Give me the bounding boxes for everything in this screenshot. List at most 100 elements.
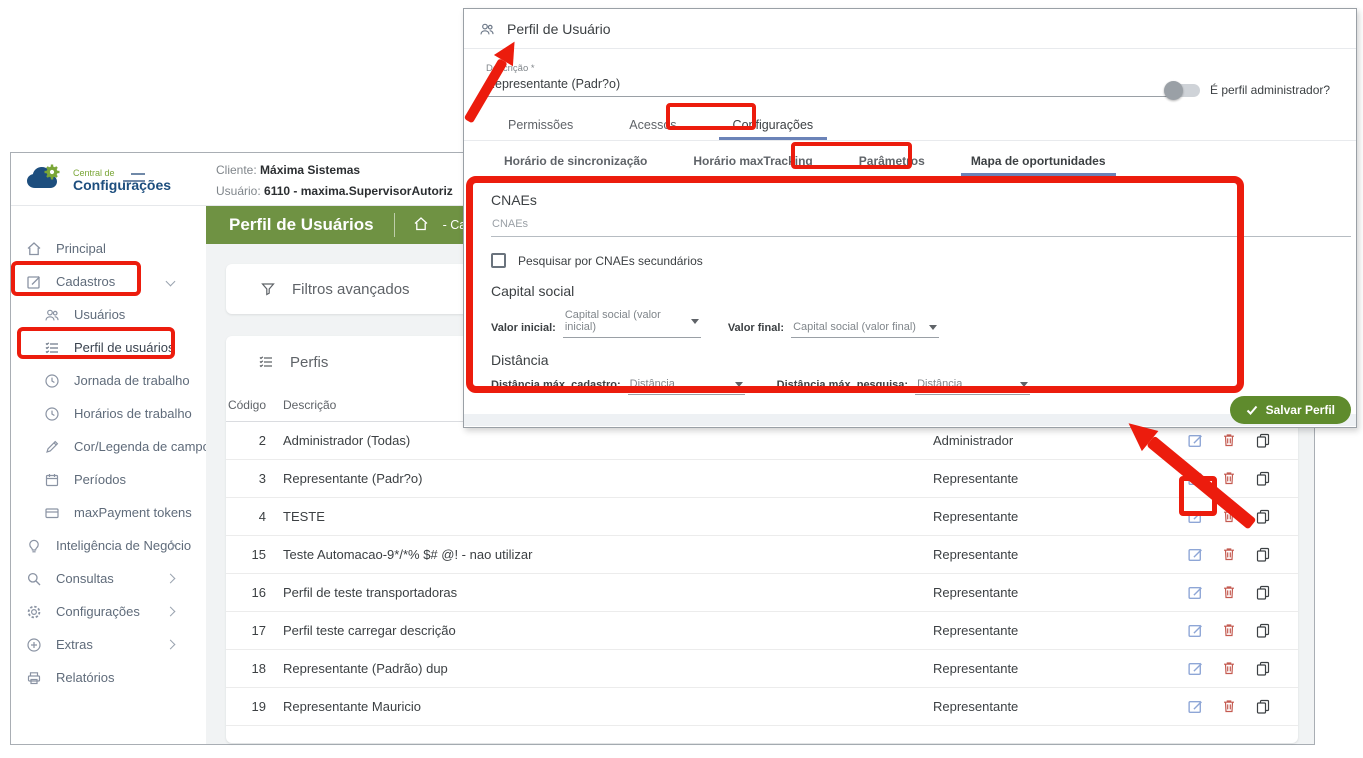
chevron-right-icon — [166, 574, 176, 584]
lightbulb-icon — [26, 538, 42, 554]
plus-circle-icon — [26, 637, 42, 653]
row-actions — [1178, 546, 1298, 563]
dist-pesquisa-select[interactable]: Distância — [915, 378, 1030, 395]
sidebar-item-periodos[interactable]: Períodos — [11, 463, 206, 496]
valor-final-select[interactable]: Capital social (valor final) — [791, 321, 939, 338]
table-row[interactable]: 16 Perfil de teste transportadoras Repre… — [226, 574, 1298, 612]
edit-icon[interactable] — [1178, 622, 1212, 639]
home-icon — [26, 241, 42, 257]
cell-codigo: 17 — [226, 623, 266, 638]
cell-descricao: Representante Mauricio — [283, 699, 933, 714]
row-actions — [1178, 470, 1298, 487]
delete-icon[interactable] — [1212, 660, 1246, 677]
edit-icon[interactable] — [1178, 470, 1212, 487]
sidebar-item-cadastros[interactable]: Cadastros — [11, 265, 206, 298]
dist-cadastro-select[interactable]: Distância — [628, 378, 745, 395]
delete-icon[interactable] — [1212, 622, 1246, 639]
table-row[interactable]: 15 Teste Automacao-9*/*% $# @! - nao uti… — [226, 536, 1298, 574]
copy-icon[interactable] — [1246, 698, 1280, 715]
user-label: Usuário: — [216, 184, 261, 198]
sidebar-item-cor-legenda[interactable]: Cor/Legenda de campos — [11, 430, 206, 463]
delete-icon[interactable] — [1212, 546, 1246, 563]
delete-icon[interactable] — [1212, 584, 1246, 601]
table-row[interactable]: 18 Representante (Padrão) dup Representa… — [226, 650, 1298, 688]
gear-icon — [26, 604, 42, 620]
copy-icon[interactable] — [1246, 622, 1280, 639]
sidebar-item-label: Configurações — [56, 604, 140, 619]
menu-toggle-icon[interactable] — [123, 173, 145, 187]
list-icon — [44, 340, 60, 356]
valor-inicial-label: Valor inicial: — [491, 322, 556, 338]
edit-icon[interactable] — [1178, 432, 1212, 449]
copy-icon[interactable] — [1246, 584, 1280, 601]
delete-icon[interactable] — [1212, 698, 1246, 715]
edit-icon[interactable] — [1178, 660, 1212, 677]
table-row[interactable]: 3 Representante (Padr?o) Representante — [226, 460, 1298, 498]
copy-icon[interactable] — [1246, 470, 1280, 487]
sidebar-item-inteligencia-de-negocio[interactable]: Inteligência de Negócio — [11, 529, 206, 562]
cloud-gear-logo-icon — [25, 164, 67, 197]
sidebar-item-usuarios[interactable]: Usuários — [11, 298, 206, 331]
cell-codigo: 16 — [226, 585, 266, 600]
sidebar-item-extras[interactable]: Extras — [11, 628, 206, 661]
cell-tipo: Representante — [933, 661, 1178, 676]
tab-configuracoes[interactable]: Configurações — [719, 111, 828, 140]
cell-tipo: Representante — [933, 623, 1178, 638]
sidebar-item-perfil-de-usuarios[interactable]: Perfil de usuários — [11, 331, 206, 364]
dist-pesquisa-value: Distância — [917, 378, 962, 390]
valor-inicial-select[interactable]: Capital social (valor inicial) — [563, 309, 701, 338]
edit-icon[interactable] — [1178, 508, 1212, 525]
cell-tipo: Representante — [933, 471, 1178, 486]
edit-icon[interactable] — [1178, 584, 1212, 601]
copy-icon[interactable] — [1246, 432, 1280, 449]
row-actions — [1178, 432, 1298, 449]
sidebar-item-label: Cadastros — [56, 274, 115, 289]
dialog-footer-strip — [464, 414, 1356, 426]
save-profile-button[interactable]: Salvar Perfil — [1230, 396, 1351, 424]
chevron-right-icon — [166, 640, 176, 650]
checkbox[interactable] — [491, 253, 506, 268]
sidebar-item-principal[interactable]: Principal — [11, 232, 206, 265]
admin-toggle-switch[interactable] — [1166, 84, 1200, 97]
table-row[interactable]: 19 Representante Mauricio Representante — [226, 688, 1298, 726]
delete-icon[interactable] — [1212, 508, 1246, 525]
edit-icon[interactable] — [1178, 698, 1212, 715]
row-actions — [1178, 622, 1298, 639]
description-field[interactable]: Descrição * Representante (Padr?o) — [486, 63, 1174, 97]
cell-descricao: Perfil de teste transportadoras — [283, 585, 933, 600]
sidebar-item-configuracoes[interactable]: Configurações — [11, 595, 206, 628]
tab-acessos[interactable]: Acessos — [615, 111, 690, 140]
delete-icon[interactable] — [1212, 470, 1246, 487]
cnaes-input[interactable] — [491, 218, 1351, 237]
row-actions — [1178, 584, 1298, 601]
table-row[interactable]: 17 Perfil teste carregar descrição Repre… — [226, 612, 1298, 650]
chevron-right-icon — [166, 607, 176, 617]
user-value: 6110 - maxima.SupervisorAutoriz — [264, 184, 453, 198]
sidebar-item-label: Relatórios — [56, 670, 115, 685]
subtab-horario-sincronizacao[interactable]: Horário de sincronização — [494, 147, 657, 176]
copy-icon[interactable] — [1246, 546, 1280, 563]
copy-icon[interactable] — [1246, 660, 1280, 677]
sidebar-item-jornada-de-trabalho[interactable]: Jornada de trabalho — [11, 364, 206, 397]
sidebar-item-maxpayment-tokens[interactable]: maxPayment tokens — [11, 496, 206, 529]
delete-icon[interactable] — [1212, 432, 1246, 449]
sidebar-item-relatorios[interactable]: Relatórios — [11, 661, 206, 694]
page-title: Perfil de Usuários — [229, 215, 374, 235]
subtab-horario-maxtracking[interactable]: Horário maxTracking — [683, 147, 822, 176]
home-icon[interactable] — [413, 216, 429, 235]
table-row[interactable]: 4 TESTE Representante — [226, 498, 1298, 536]
subtab-parametros[interactable]: Parâmetros — [849, 147, 935, 176]
edit-icon[interactable] — [1178, 546, 1212, 563]
cell-codigo: 15 — [226, 547, 266, 562]
description-label: Descrição * — [486, 63, 1174, 74]
description-value: Representante (Padr?o) — [486, 77, 1174, 97]
check-icon — [1246, 404, 1258, 416]
users-icon — [479, 21, 495, 37]
tab-permissoes[interactable]: Permissões — [494, 111, 587, 140]
admin-toggle-group: É perfil administrador? — [1166, 83, 1330, 97]
sidebar-item-consultas[interactable]: Consultas — [11, 562, 206, 595]
subtab-mapa-de-oportunidades[interactable]: Mapa de oportunidades — [961, 147, 1116, 176]
cell-codigo: 2 — [226, 433, 266, 448]
copy-icon[interactable] — [1246, 508, 1280, 525]
sidebar-item-horarios-de-trabalho[interactable]: Horários de trabalho — [11, 397, 206, 430]
